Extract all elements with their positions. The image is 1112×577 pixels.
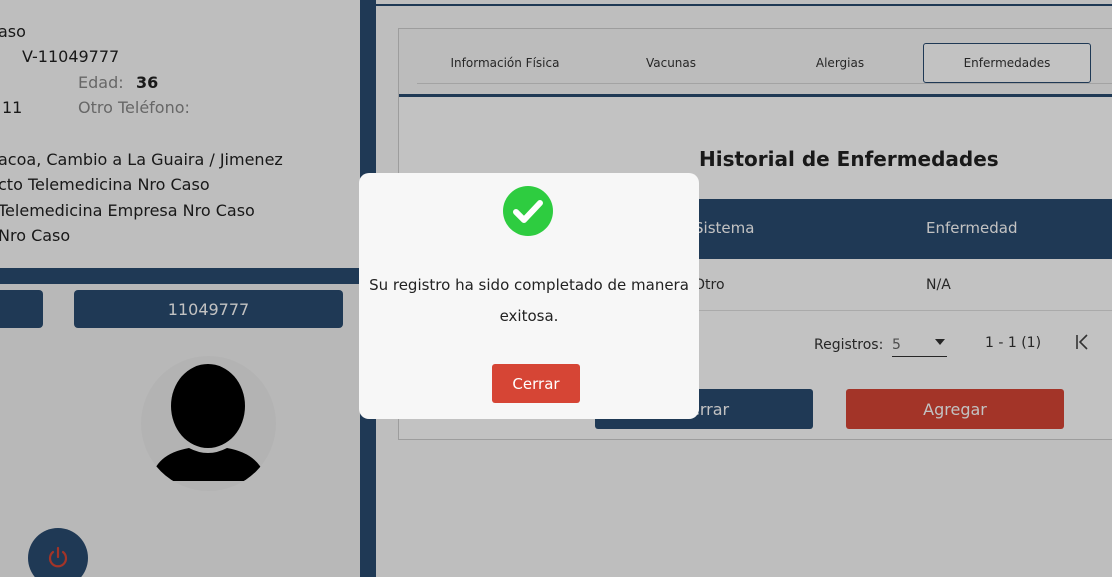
check-circle-icon (503, 186, 553, 236)
success-message: Su registro ha sido completado de manera… (369, 276, 689, 325)
dialog-close-button[interactable]: Cerrar (492, 364, 580, 403)
success-dialog: Su registro ha sido completado de manera… (359, 173, 699, 419)
